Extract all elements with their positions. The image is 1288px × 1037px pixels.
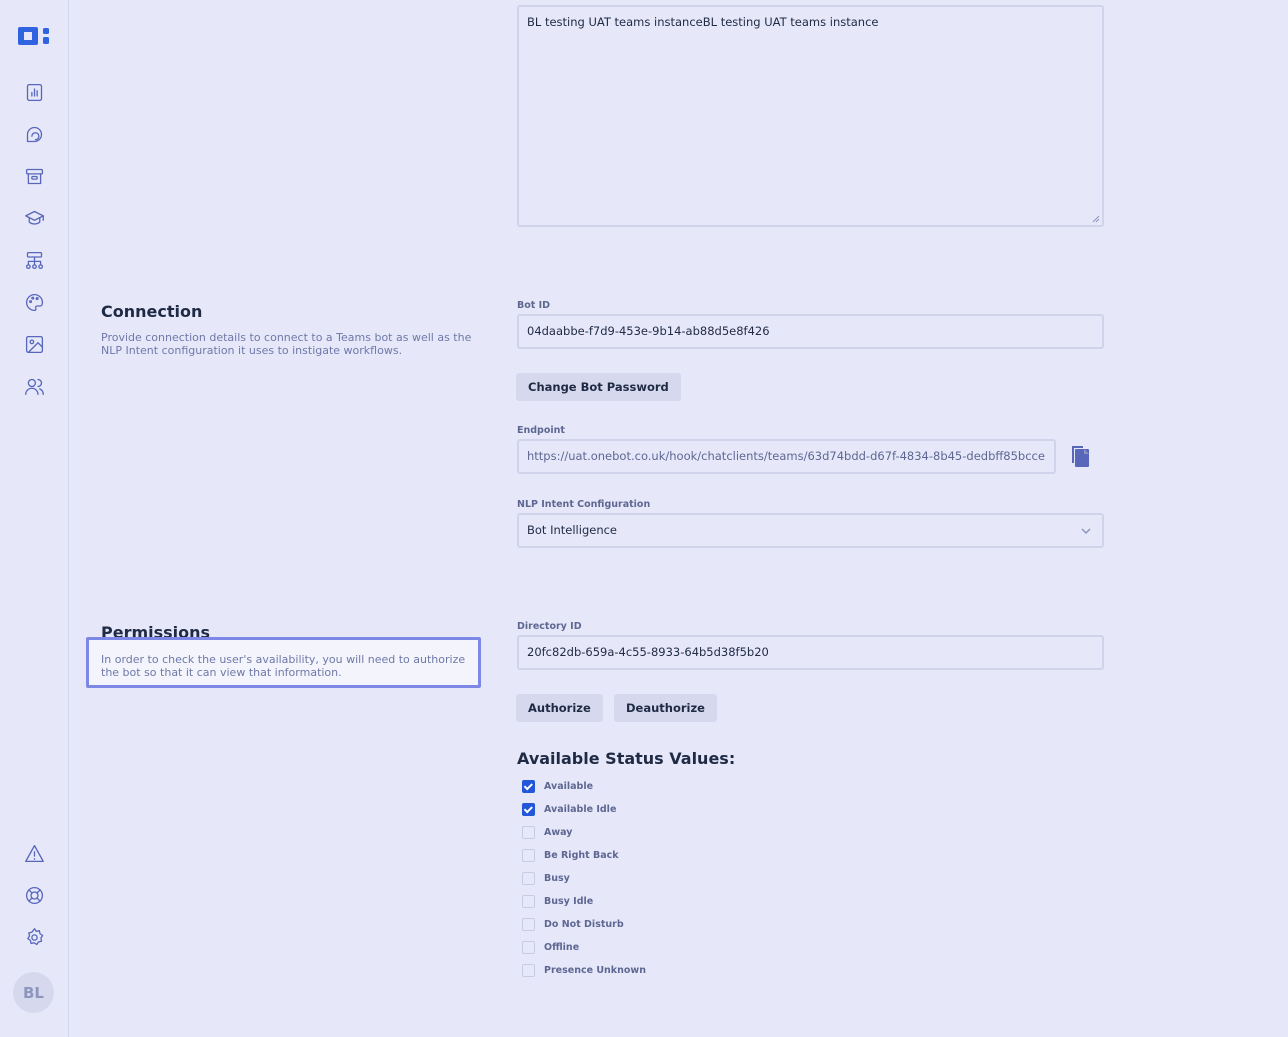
bot-id-field[interactable]: 04daabbe-f7d9-453e-9b14-ab88d5e8f426 [517, 314, 1104, 349]
resize-handle-icon[interactable] [1092, 215, 1100, 223]
sidebar: BL [0, 0, 69, 1037]
status-item-presence-unknown[interactable]: Presence Unknown [522, 963, 646, 977]
status-label: Away [544, 826, 573, 838]
warning-icon[interactable] [22, 841, 46, 865]
status-item-away[interactable]: Away [522, 825, 572, 839]
users-icon[interactable] [22, 374, 46, 398]
status-label: Busy Idle [544, 895, 594, 907]
nlp-intent-select[interactable]: Bot Intelligence [517, 513, 1104, 548]
chevron-down-icon [1081, 528, 1091, 535]
change-bot-password-button[interactable]: Change Bot Password [516, 373, 681, 401]
status-item-offline[interactable]: Offline [522, 940, 579, 954]
authorize-button[interactable]: Authorize [516, 694, 603, 722]
status-checkbox[interactable] [522, 802, 535, 816]
status-checkbox[interactable] [522, 779, 535, 793]
deauthorize-button[interactable]: Deauthorize [614, 694, 717, 722]
status-label: Presence Unknown [544, 964, 646, 976]
connection-title: Connection [101, 302, 203, 321]
status-item-be-right-back[interactable]: Be Right Back [522, 848, 619, 862]
chart-icon[interactable] [22, 80, 46, 104]
directory-id-field[interactable]: 20fc82db-659a-4c55-8933-64b5d38f5b20 [517, 635, 1104, 670]
status-label: Available Idle [544, 803, 617, 815]
status-checkbox[interactable] [522, 894, 535, 908]
status-item-available-idle[interactable]: Available Idle [522, 802, 616, 816]
status-label: Offline [544, 941, 580, 953]
endpoint-label: Endpoint [517, 425, 565, 436]
description-textarea[interactable]: BL testing UAT teams instanceBL testing … [517, 5, 1104, 227]
status-checkbox[interactable] [522, 917, 535, 931]
description-value: BL testing UAT teams instanceBL testing … [527, 15, 879, 29]
nlp-intent-value: Bot Intelligence [527, 523, 618, 537]
archive-icon[interactable] [22, 164, 46, 188]
permissions-description: In order to check the user's availabilit… [101, 653, 466, 679]
graduation-cap-icon[interactable] [22, 206, 46, 230]
workflow-icon[interactable] [22, 248, 46, 272]
logo-icon[interactable] [18, 26, 52, 46]
avatar[interactable]: BL [13, 972, 54, 1013]
endpoint-field[interactable]: https://uat.onebot.co.uk/hook/chatclient… [517, 439, 1056, 474]
chat-icon[interactable] [22, 122, 46, 146]
nlp-intent-label: NLP Intent Configuration [517, 499, 651, 510]
gear-icon[interactable] [22, 925, 46, 949]
status-item-busy[interactable]: Busy [522, 871, 570, 885]
status-item-available[interactable]: Available [522, 779, 593, 793]
image-icon[interactable] [22, 332, 46, 356]
directory-id-label: Directory ID [517, 621, 582, 632]
status-label: Available [544, 780, 594, 792]
connection-description: Provide connection details to connect to… [101, 331, 472, 357]
status-values-heading: Available Status Values: [517, 749, 736, 768]
status-label: Do Not Disturb [544, 918, 624, 930]
status-checkbox[interactable] [522, 825, 535, 839]
status-item-busy-idle[interactable]: Busy Idle [522, 894, 593, 908]
palette-icon[interactable] [22, 290, 46, 314]
copy-icon[interactable] [1068, 443, 1092, 469]
bot-id-label: Bot ID [517, 300, 551, 311]
help-icon[interactable] [22, 883, 46, 907]
status-item-do-not-disturb[interactable]: Do Not Disturb [522, 917, 624, 931]
status-checkbox[interactable] [522, 848, 535, 862]
status-label: Be Right Back [544, 849, 619, 861]
status-checkbox[interactable] [522, 940, 535, 954]
status-checkbox[interactable] [522, 871, 535, 885]
status-label: Busy [544, 872, 570, 884]
status-checkbox[interactable] [522, 963, 535, 977]
